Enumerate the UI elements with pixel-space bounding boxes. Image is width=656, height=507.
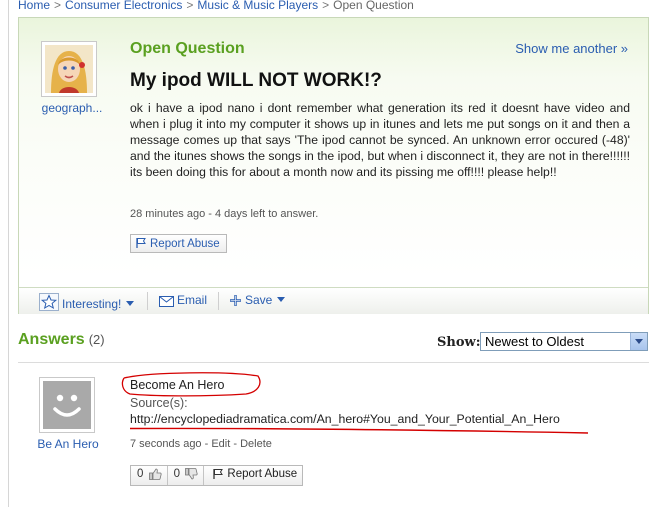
save-button[interactable]: Save (229, 293, 286, 307)
page-left-border (8, 0, 9, 507)
answers-count: (2) (88, 332, 105, 347)
thumbs-down-button[interactable]: 0 (168, 466, 205, 485)
thumbs-up-icon (148, 468, 162, 480)
flag-icon (213, 469, 224, 479)
answer-text: Become An Hero (130, 378, 225, 392)
question-panel: geograph... Open Question Show me anothe… (18, 17, 649, 314)
question-body: ok i have a ipod nano i dont remember wh… (130, 101, 630, 179)
breadcrumb-home[interactable]: Home (18, 0, 50, 12)
chevron-down-icon[interactable] (630, 333, 647, 350)
answerer-name-link[interactable]: Be An Hero (18, 437, 118, 451)
answer-meta: 7 seconds ago - Edit - Delete (130, 438, 272, 450)
question-meta: 28 minutes ago - 4 days left to answer. (130, 208, 319, 220)
flag-icon (135, 237, 147, 252)
thumbs-up-count: 0 (137, 468, 144, 480)
toolbar-divider (147, 292, 148, 310)
breadcrumb: Home > Consumer Electronics > Music & Music … (18, 0, 414, 12)
answer-report-abuse-button[interactable]: Report Abuse (204, 466, 302, 485)
red-underline-annotation (129, 427, 589, 434)
plus-icon (230, 295, 241, 306)
sort-selected-value: Newest to Oldest (485, 334, 584, 349)
report-abuse-label: Report Abuse (227, 468, 298, 480)
answer-rating-bar: 0 0 Report Abuse (130, 465, 304, 486)
save-label: Save (245, 293, 273, 307)
email-button[interactable]: Email (159, 293, 207, 307)
sort-label: Show: (437, 335, 481, 350)
interesting-label: Interesting! (62, 297, 122, 311)
user-avatar-icon (43, 381, 91, 429)
asker-avatar[interactable] (41, 41, 97, 97)
source-label: Source(s): (130, 396, 188, 410)
user-avatar-icon (45, 45, 93, 93)
question-report-abuse-button[interactable]: Report Abuse (130, 234, 227, 253)
chevron-down-icon (126, 301, 135, 306)
breadcrumb-separator: > (322, 0, 330, 12)
breadcrumb-consumer-electronics[interactable]: Consumer Electronics (65, 0, 182, 12)
delete-link[interactable]: Delete (240, 438, 272, 450)
star-icon (39, 293, 59, 311)
answer-time: 7 seconds ago (130, 438, 202, 450)
question-status: Open Question (130, 40, 245, 57)
question-title: My ipod WILL NOT WORK!? (130, 70, 382, 91)
thumbs-down-icon (185, 468, 198, 480)
answers-heading: Answers (2) (18, 331, 105, 349)
show-another-link[interactable]: Show me another » (515, 41, 628, 56)
answerer-avatar[interactable] (39, 377, 95, 433)
thumbs-up-button[interactable]: 0 (131, 466, 168, 485)
report-abuse-label: Report Abuse (150, 238, 220, 250)
asker-name-link[interactable]: geograph... (37, 101, 107, 115)
answers-divider (18, 362, 649, 363)
breadcrumb-music-players[interactable]: Music & Music Players (197, 0, 318, 12)
breadcrumb-separator: > (186, 0, 194, 12)
breadcrumb-separator: > (54, 0, 62, 12)
source-url: http://encyclopediadramatica.com/An_hero… (130, 412, 560, 426)
breadcrumb-current: Open Question (333, 0, 414, 12)
chevron-down-icon (277, 297, 286, 302)
toolbar-divider (218, 292, 219, 310)
question-toolbar: Interesting! Email Save (19, 287, 648, 314)
answers-title: Answers (18, 331, 85, 348)
email-label: Email (177, 293, 208, 307)
sort-order-select[interactable]: Newest to Oldest (480, 332, 648, 351)
interesting-button[interactable]: Interesting! (39, 293, 135, 311)
edit-link[interactable]: Edit (211, 438, 230, 450)
thumbs-down-count: 0 (173, 468, 181, 480)
envelope-icon (159, 296, 174, 307)
